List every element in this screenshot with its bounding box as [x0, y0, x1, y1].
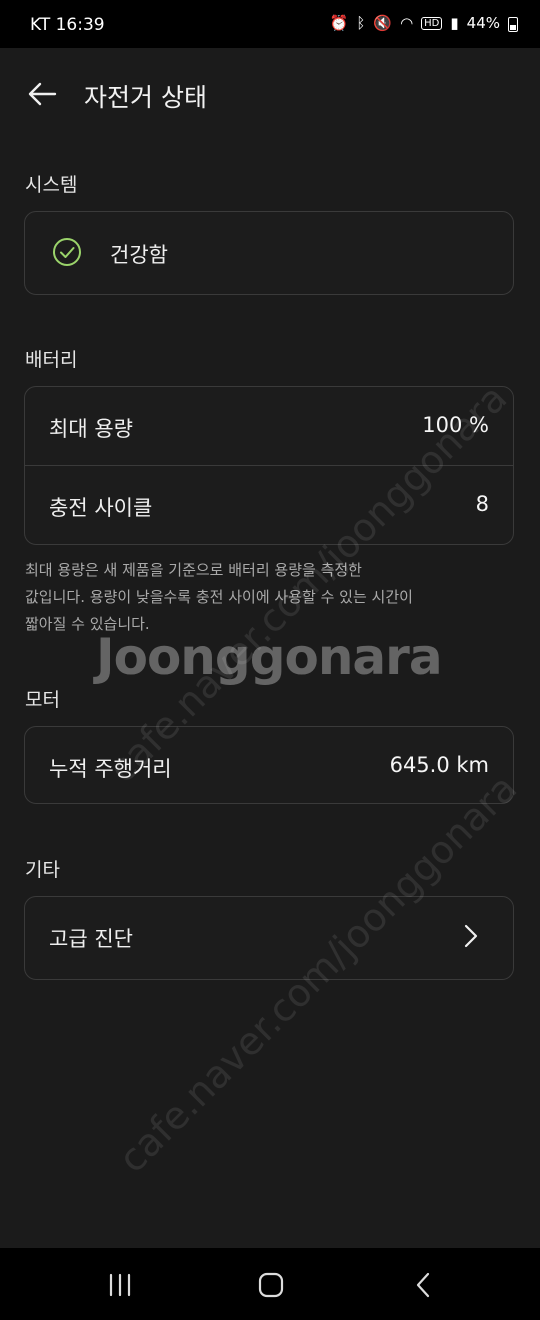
check-circle-icon [53, 238, 81, 266]
section-system: 시스템 [25, 174, 78, 196]
hd-icon: HD [421, 16, 443, 30]
home-icon[interactable] [251, 1268, 291, 1302]
back-arrow-icon[interactable] [26, 78, 58, 110]
section-battery: 배터리 [25, 349, 78, 371]
max-capacity-label: 최대 용량 [49, 417, 133, 441]
alarm-icon: ⏰ [329, 14, 349, 32]
battery-note-line: 값입니다. 용량이 낮을수록 충전 사이에 사용할 수 있는 시간이 [25, 588, 413, 606]
max-capacity-row: 최대 용량 100 % [25, 387, 513, 465]
section-other: 기타 [25, 859, 60, 881]
recent-apps-icon[interactable] [100, 1268, 140, 1302]
status-icons: ⏰ ᛒ 🔇 ◠ HD ▮ 44% [330, 14, 518, 32]
navigation-bar [0, 1248, 540, 1320]
battery-note: 최대 용량은 새 제품을 기준으로 배터리 용량을 측정한 값입니다. 용량이 … [25, 557, 515, 638]
odometer-row: 누적 주행거리 645.0 km [25, 727, 513, 803]
page-title: 자전거 상태 [84, 83, 207, 112]
carrier-time: KT 16:39 [30, 15, 105, 35]
battery-note-line: 짧아질 수 있습니다. [25, 615, 150, 633]
mute-icon: 🔇 [373, 14, 393, 32]
bluetooth-icon: ᛒ [356, 14, 366, 32]
max-capacity-value: 100 % [422, 413, 489, 437]
advanced-diagnostics-label: 고급 진단 [49, 927, 133, 951]
battery-percent: 44% [466, 14, 500, 32]
motor-card: 누적 주행거리 645.0 km [24, 726, 514, 804]
battery-card: 최대 용량 100 % 충전 사이클 8 [24, 386, 514, 545]
charge-cycles-row: 충전 사이클 8 [25, 465, 513, 544]
battery-note-line: 최대 용량은 새 제품을 기준으로 배터리 용량을 측정한 [25, 561, 362, 579]
chevron-right-icon [464, 924, 478, 948]
charge-cycles-value: 8 [475, 492, 489, 516]
system-status: 건강함 [110, 243, 168, 267]
app-header: 자전거 상태 [0, 48, 540, 142]
advanced-diagnostics-row[interactable]: 고급 진단 [25, 897, 513, 975]
advanced-diagnostics-item[interactable]: 고급 진단 [24, 896, 514, 980]
status-bar: KT 16:39 ⏰ ᛒ 🔇 ◠ HD ▮ 44% [0, 0, 540, 48]
battery-icon [508, 16, 518, 32]
wifi-icon: ◠ [400, 14, 414, 32]
section-motor: 모터 [25, 689, 60, 711]
signal-icon: ▮ [450, 14, 459, 32]
back-nav-icon[interactable] [404, 1268, 444, 1302]
charge-cycles-label: 충전 사이클 [49, 496, 153, 520]
odometer-value: 645.0 km [389, 753, 489, 777]
odometer-label: 누적 주행거리 [49, 757, 172, 781]
system-card: 건강함 [24, 211, 514, 295]
